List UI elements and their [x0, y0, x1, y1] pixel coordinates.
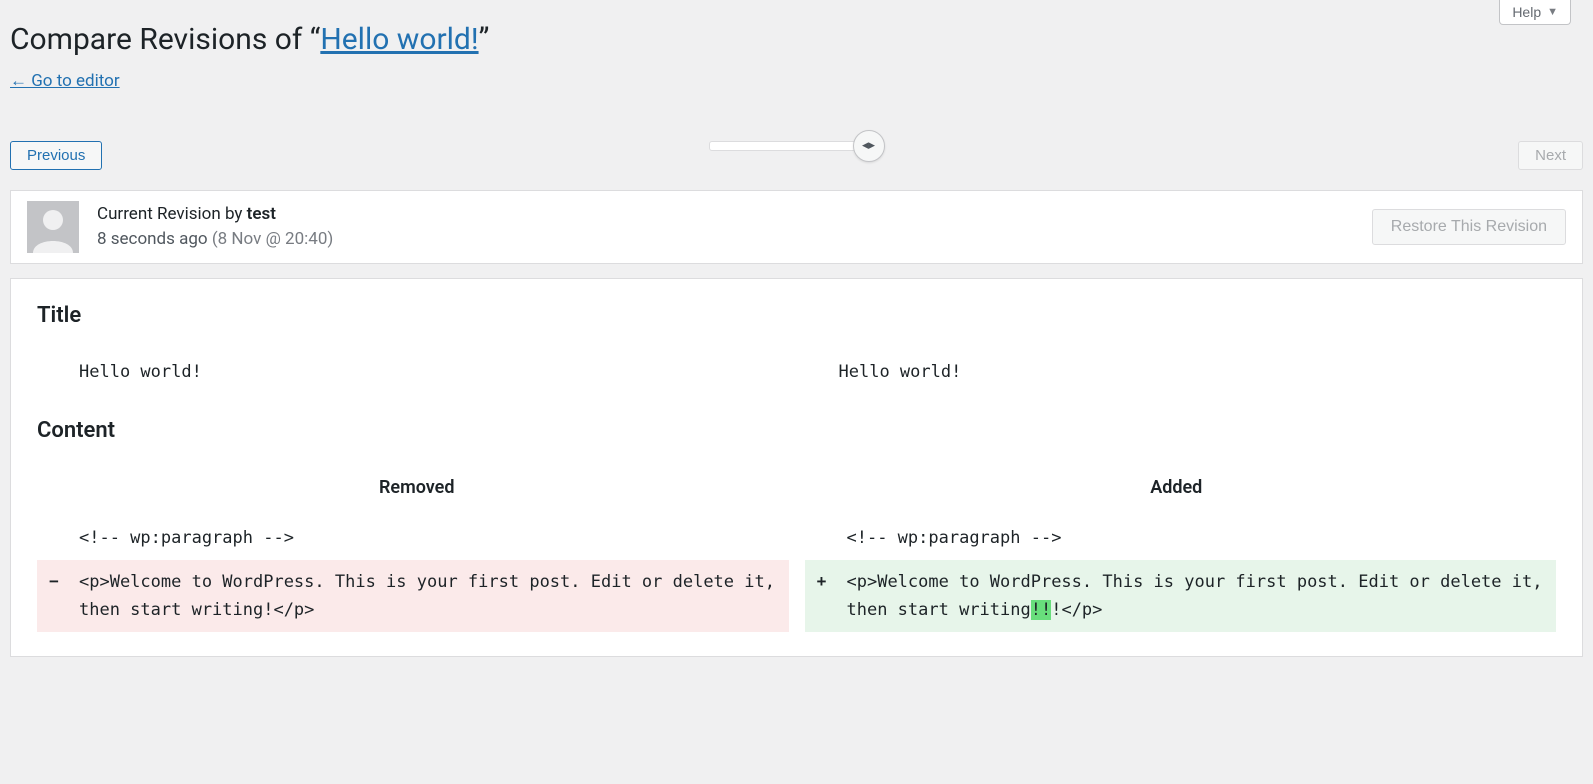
title-prefix: Compare Revisions of “ — [10, 22, 320, 57]
go-to-editor-link[interactable]: ← Go to editor — [10, 71, 120, 91]
compare-icon: ◂▸ — [862, 138, 875, 153]
chevron-down-icon: ▼ — [1547, 6, 1558, 18]
next-button: Next — [1518, 141, 1583, 170]
revision-nav: Previous ◂▸ Next — [0, 101, 1593, 190]
revision-slider[interactable]: ◂▸ — [709, 130, 885, 162]
help-label: Help — [1512, 4, 1541, 20]
title-suffix: ” — [479, 22, 490, 57]
removed-header: Removed — [37, 471, 797, 516]
author-name: test — [247, 204, 276, 224]
title-old: Hello world! — [37, 356, 797, 388]
added-text-post: !</p> — [1051, 600, 1102, 620]
diff-context-row: <!-- wp:paragraph --> <!-- wp:paragraph … — [37, 516, 1556, 560]
meta-text: Current Revision by test 8 seconds ago (… — [97, 202, 333, 253]
context-left: <!-- wp:paragraph --> — [37, 516, 789, 560]
added-header: Added — [797, 471, 1557, 516]
timestamp: (8 Nov @ 20:40) — [212, 229, 333, 249]
help-button[interactable]: Help ▼ — [1499, 0, 1571, 25]
column-headers: Removed Added — [37, 471, 1556, 516]
avatar — [27, 201, 79, 253]
revision-meta: Current Revision by test 8 seconds ago (… — [10, 190, 1583, 264]
added-highlight: !! — [1031, 600, 1051, 620]
content-section-header: Content — [37, 418, 1556, 443]
revision-label: Current Revision by — [97, 204, 247, 224]
revision-date-line: 8 seconds ago (8 Nov @ 20:40) — [97, 227, 333, 253]
title-new: Hello world! — [797, 356, 1557, 388]
title-diff-row: Hello world! Hello world! — [37, 356, 1556, 388]
meta-left: Current Revision by test 8 seconds ago (… — [27, 201, 333, 253]
restore-revision-button: Restore This Revision — [1372, 209, 1566, 245]
page-header: Compare Revisions of “Hello world!” ← Go… — [0, 0, 1593, 101]
removed-line: − <p>Welcome to WordPress. This is your … — [37, 560, 789, 632]
context-right: <!-- wp:paragraph --> — [805, 516, 1557, 560]
avatar-icon — [27, 201, 79, 253]
slider-handle[interactable]: ◂▸ — [853, 130, 885, 162]
diff-change-row: − <p>Welcome to WordPress. This is your … — [37, 560, 1556, 632]
time-ago: 8 seconds ago — [97, 229, 208, 249]
added-line: + <p>Welcome to WordPress. This is your … — [805, 560, 1557, 632]
minus-icon: − — [49, 568, 59, 596]
slider-track — [709, 141, 859, 151]
page-title: Compare Revisions of “Hello world!” — [10, 20, 1583, 59]
plus-icon: + — [817, 568, 827, 596]
removed-text: <p>Welcome to WordPress. This is your fi… — [79, 572, 775, 620]
previous-button[interactable]: Previous — [10, 141, 102, 170]
title-section-header: Title — [37, 303, 1556, 328]
revision-author-line: Current Revision by test — [97, 202, 333, 228]
post-title-link[interactable]: Hello world! — [320, 22, 478, 57]
diff-panel: Title Hello world! Hello world! Content … — [10, 278, 1583, 657]
added-text-pre: <p>Welcome to WordPress. This is your fi… — [847, 572, 1543, 620]
